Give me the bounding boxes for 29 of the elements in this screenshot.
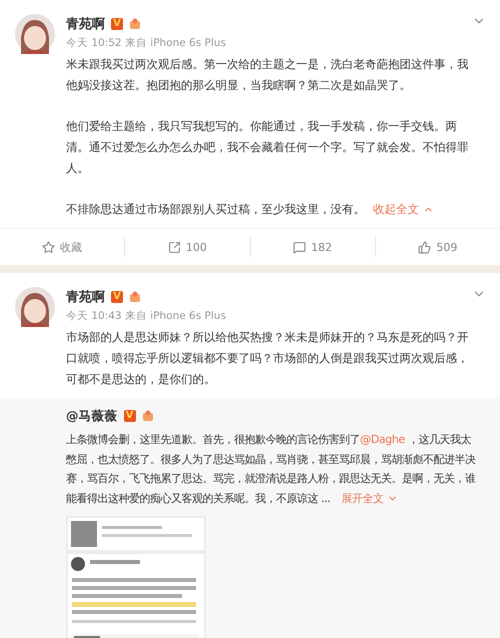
level-icon bbox=[142, 410, 154, 422]
post-text: 他们爱给主题给，我只写我想写的。你能通过，我一手发稿，你一手交钱。两清。通不过爱怎么办怎么办吧，我不会藏着任何一个字。写了就会发。不怕得罪人。 bbox=[66, 119, 468, 175]
toggle-link[interactable]: 收起全文 bbox=[373, 199, 434, 220]
post-text: 市场部的人是思达师妹？所以给他买热搜？米未是师妹开的？马东是死的吗？开口就喷，喷得忘乎所以逻辑都不要了吗？市场部的人倒是跟我买过两次观后感，可都不是思达的，是你们的。 bbox=[66, 330, 468, 386]
verified-badge: V bbox=[124, 410, 136, 422]
level-icon bbox=[129, 18, 141, 30]
like-button[interactable]: 509 bbox=[374, 237, 500, 257]
mention-link[interactable]: @Daghe bbox=[360, 433, 405, 446]
repost-text: 上条微博会删，这里先道歉。首先，很抱歉今晚的言论伤害到了@Daghe ，这几天我太憋屈，也太愤怒了。很多人为了思达骂如晶，骂肖骁，甚至骂邱晨，骂胡渐彪不配进半决赛，骂百尔，飞飞拖累了思达。骂完，就澄清说是路人粉，跟思达无关。是啊，无关，谁能看得出这种爱的痴心又客观的关系呢。我，不原谅这 ... 展开全文 bbox=[66, 430, 478, 508]
favorite-button[interactable]: 收藏 bbox=[0, 237, 124, 257]
comment-icon bbox=[293, 240, 306, 254]
comment-button[interactable]: 182 bbox=[250, 237, 375, 257]
verified-badge: V bbox=[111, 18, 123, 30]
repost-author[interactable]: @马薇薇 bbox=[66, 408, 118, 424]
author-name[interactable]: 青苑啊 bbox=[66, 288, 105, 306]
author-name[interactable]: 青苑啊 bbox=[66, 15, 105, 33]
verified-badge: V bbox=[111, 291, 123, 303]
post-meta: 今天 10:52 来自 iPhone 6s Plus bbox=[66, 36, 227, 50]
share-icon bbox=[168, 240, 181, 254]
star-icon bbox=[42, 240, 56, 254]
toggle-link[interactable]: 展开全文 bbox=[341, 488, 398, 508]
level-icon bbox=[129, 291, 141, 303]
thumbs-up-icon bbox=[418, 240, 432, 254]
avatar[interactable] bbox=[15, 14, 55, 54]
post-text: 不排除思达通过市场部跟别人买过稿，至少我这里，没有。 bbox=[66, 202, 365, 216]
post-text: 米未跟我买过两次观后感。第一次给的主题之一是，洗白老奇葩抱团这件事，我他妈没接这茬。抱团抱的那么明显，当我瞎啊？第二次是如晶哭了。 bbox=[66, 57, 468, 92]
avatar[interactable] bbox=[15, 287, 55, 327]
post-meta: 今天 10:43 来自 iPhone 6s Plus bbox=[66, 309, 227, 323]
repost-button[interactable]: 100 bbox=[124, 237, 250, 257]
